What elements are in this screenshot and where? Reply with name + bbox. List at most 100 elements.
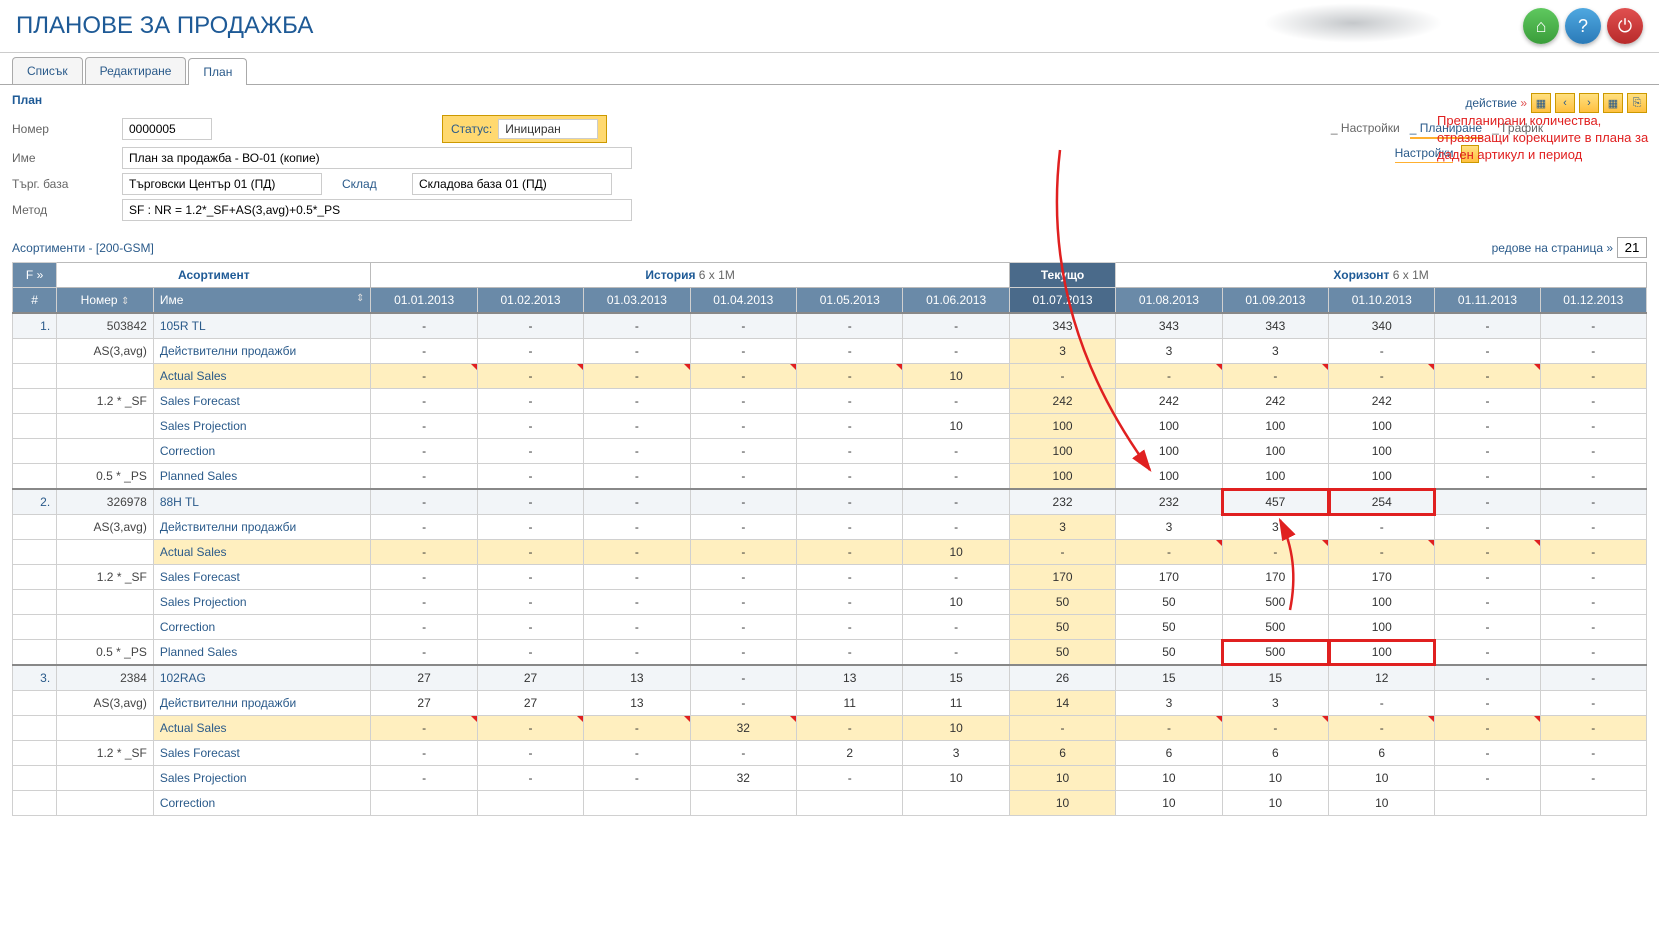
cell-value[interactable]: - — [477, 414, 583, 439]
cell-name[interactable]: Actual Sales — [153, 716, 371, 741]
cell-name[interactable]: Sales Forecast — [153, 565, 371, 590]
cell-value[interactable]: 100 — [1222, 439, 1328, 464]
col-index[interactable]: # — [13, 288, 57, 314]
cell-value[interactable]: 500 — [1222, 590, 1328, 615]
base-input[interactable] — [122, 173, 322, 195]
cell-value[interactable] — [1435, 791, 1540, 816]
cell-value[interactable]: - — [477, 565, 583, 590]
cell-value[interactable] — [477, 791, 583, 816]
cell-value[interactable]: - — [477, 515, 583, 540]
cell-value[interactable]: - — [1540, 414, 1646, 439]
cell-value[interactable]: - — [903, 615, 1009, 640]
cell-value[interactable]: - — [797, 389, 903, 414]
cell-value[interactable]: 457 — [1222, 489, 1328, 515]
cell-value[interactable]: - — [477, 339, 583, 364]
cell-value[interactable]: 100 — [1009, 464, 1115, 490]
cell-value[interactable]: 100 — [1329, 414, 1435, 439]
cell-value[interactable]: 3 — [1222, 339, 1328, 364]
cell-value[interactable]: - — [797, 540, 903, 565]
cell-value[interactable]: - — [1435, 389, 1540, 414]
cell-name[interactable]: 88H TL — [153, 489, 371, 515]
cell-value[interactable]: 170 — [1116, 565, 1222, 590]
cell-value[interactable]: 100 — [1329, 464, 1435, 490]
assortment-value[interactable]: [200-GSM] — [96, 241, 154, 255]
cell-value[interactable]: 13 — [584, 691, 690, 716]
cell-value[interactable]: - — [690, 313, 796, 339]
cell-name[interactable]: Sales Projection — [153, 414, 371, 439]
cell-value[interactable]: - — [584, 414, 690, 439]
cell-value[interactable]: 10 — [903, 540, 1009, 565]
cell-value[interactable]: - — [903, 389, 1009, 414]
cell-value[interactable]: - — [1435, 640, 1540, 666]
cell-value[interactable]: 50 — [1116, 590, 1222, 615]
cell-value[interactable]: - — [1009, 364, 1115, 389]
cell-value[interactable]: 50 — [1009, 590, 1115, 615]
nav-next-icon[interactable]: › — [1579, 93, 1599, 113]
cell-name[interactable]: Действителни продажби — [153, 339, 371, 364]
cell-value[interactable]: - — [371, 716, 477, 741]
cell-value[interactable]: - — [797, 414, 903, 439]
cell-value[interactable]: - — [1435, 515, 1540, 540]
cell-value[interactable]: 232 — [1116, 489, 1222, 515]
col-date[interactable]: 01.01.2013 — [371, 288, 477, 314]
home-icon[interactable]: ⌂ — [1523, 8, 1559, 44]
cell-value[interactable]: 340 — [1329, 313, 1435, 339]
cell-name[interactable]: Sales Forecast — [153, 741, 371, 766]
cell-value[interactable]: - — [584, 515, 690, 540]
cell-value[interactable]: - — [797, 364, 903, 389]
method-input[interactable] — [122, 199, 632, 221]
cell-value[interactable]: 100 — [1222, 464, 1328, 490]
cell-value[interactable]: 254 — [1329, 489, 1435, 515]
cell-value[interactable] — [903, 791, 1009, 816]
cell-value[interactable]: 232 — [1009, 489, 1115, 515]
cell-value[interactable]: 100 — [1116, 464, 1222, 490]
nav-first-icon[interactable]: ▦ — [1531, 93, 1551, 113]
cell-value[interactable]: - — [1540, 590, 1646, 615]
cell-value[interactable]: - — [584, 313, 690, 339]
cell-value[interactable]: 343 — [1116, 313, 1222, 339]
cell-value[interactable] — [1540, 791, 1646, 816]
cell-value[interactable]: - — [903, 339, 1009, 364]
cell-value[interactable]: - — [690, 389, 796, 414]
cell-value[interactable]: 10 — [1329, 766, 1435, 791]
cell-value[interactable]: - — [1540, 615, 1646, 640]
cell-value[interactable]: - — [690, 414, 796, 439]
cell-value[interactable]: - — [690, 565, 796, 590]
cell-value[interactable]: - — [797, 640, 903, 666]
cell-value[interactable]: - — [1540, 364, 1646, 389]
cell-value[interactable]: 3 — [903, 741, 1009, 766]
cell-value[interactable]: 10 — [1329, 791, 1435, 816]
cell-value[interactable]: 100 — [1222, 414, 1328, 439]
cell-value[interactable]: - — [690, 439, 796, 464]
cell-value[interactable]: - — [690, 515, 796, 540]
cell-value[interactable]: 100 — [1329, 439, 1435, 464]
cell-value[interactable]: 27 — [477, 691, 583, 716]
cell-value[interactable]: 242 — [1329, 389, 1435, 414]
power-icon[interactable]: ⏻ — [1607, 8, 1643, 44]
cell-value[interactable]: - — [903, 565, 1009, 590]
cell-value[interactable]: - — [1435, 691, 1540, 716]
cell-value[interactable]: 32 — [690, 716, 796, 741]
col-date[interactable]: 01.11.2013 — [1435, 288, 1540, 314]
cell-value[interactable]: 10 — [1009, 791, 1115, 816]
cell-value[interactable]: - — [690, 364, 796, 389]
cell-value[interactable]: 15 — [1116, 665, 1222, 691]
cell-value[interactable]: - — [584, 741, 690, 766]
col-date[interactable]: 01.03.2013 — [584, 288, 690, 314]
cell-name[interactable]: Actual Sales — [153, 540, 371, 565]
nav-grid-icon[interactable]: ▦ — [1603, 93, 1623, 113]
cell-value[interactable]: - — [371, 515, 477, 540]
cell-value[interactable]: - — [690, 489, 796, 515]
cell-value[interactable]: - — [1540, 464, 1646, 490]
name-input[interactable] — [122, 147, 632, 169]
cell-value[interactable]: 170 — [1329, 565, 1435, 590]
cell-value[interactable]: - — [371, 540, 477, 565]
cell-value[interactable]: - — [584, 389, 690, 414]
cell-value[interactable]: 100 — [1329, 615, 1435, 640]
cell-value[interactable]: - — [903, 489, 1009, 515]
cell-value[interactable]: - — [371, 590, 477, 615]
cell-value[interactable]: 50 — [1009, 615, 1115, 640]
cell-value[interactable]: - — [477, 716, 583, 741]
cell-value[interactable]: 10 — [903, 766, 1009, 791]
cell-value[interactable]: - — [477, 640, 583, 666]
